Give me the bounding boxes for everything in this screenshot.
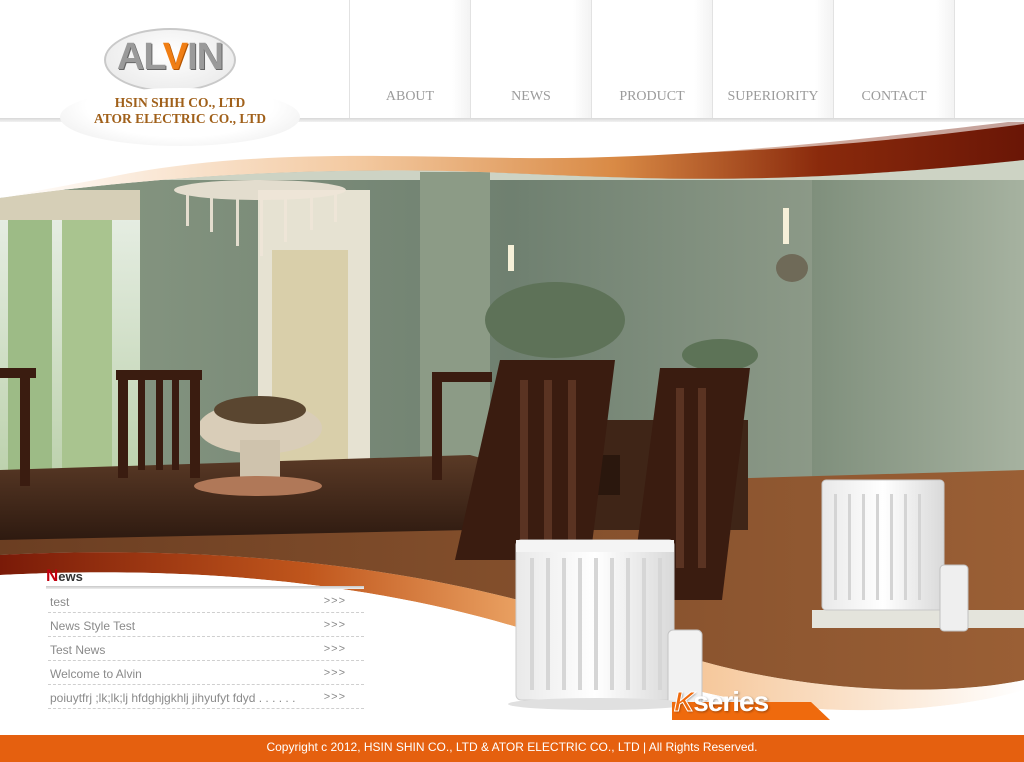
news-item-title: poiuytfrj ;lk;lk;lj hfdghjgkhlj jihyufyt… [50, 691, 296, 705]
news-item[interactable]: test >>> [48, 589, 364, 613]
nav-item-news[interactable]: NEWS [471, 0, 592, 120]
nav-item-superiority[interactable]: SUPERIORITY [713, 0, 834, 120]
news-item-more[interactable]: >>> [324, 643, 346, 655]
k-series-letter: K [673, 686, 694, 718]
news-heading-initial: N [46, 566, 59, 585]
header-spacer [955, 0, 1024, 120]
logo-text-v: V [162, 36, 188, 78]
main-nav: ABOUT NEWS PRODUCT SUPERIORITY CONTACT [350, 0, 955, 120]
logo-text-post: IN [187, 36, 224, 78]
news-panel: News test >>> News Style Test >>> Test New… [46, 566, 366, 709]
nav-item-about[interactable]: ABOUT [350, 0, 471, 120]
site-footer: Copyright c 2012, HSIN SHIN CO., LTD & A… [0, 735, 1024, 762]
nav-label: CONTACT [861, 89, 927, 104]
company-name-2: ATOR ELECTRIC CO., LTD [94, 111, 266, 126]
nav-label: SUPERIORITY [727, 89, 819, 104]
news-item-title: Welcome to Alvin [50, 667, 142, 681]
k-series-text: Kseries [673, 686, 769, 718]
news-item-title: test [50, 595, 70, 609]
k-series-word: series [693, 686, 769, 717]
nav-label: NEWS [511, 89, 551, 104]
news-item[interactable]: poiuytfrj ;lk;lk;lj hfdghjgkhlj jihyufyt… [48, 685, 364, 709]
nav-label: PRODUCT [619, 89, 685, 104]
logo-text-pre: AL [116, 36, 164, 78]
news-item-more[interactable]: >>> [324, 619, 346, 631]
news-item[interactable]: Test News >>> [48, 637, 364, 661]
news-heading: News [46, 566, 366, 585]
news-item-more[interactable]: >>> [324, 691, 346, 703]
news-item-title: News Style Test [50, 619, 136, 633]
nav-label: ABOUT [385, 89, 435, 104]
news-heading-rest: ews [58, 569, 83, 584]
company-name-1: HSIN SHIH CO., LTD [114, 95, 246, 110]
nav-item-contact[interactable]: CONTACT [834, 0, 955, 120]
news-item-more[interactable]: >>> [324, 595, 346, 607]
alvin-logo[interactable]: ALVIN [104, 36, 236, 79]
news-item-title: Test News [50, 643, 106, 657]
copyright-text: Copyright c 2012, HSIN SHIN CO., LTD & A… [266, 740, 758, 754]
news-item-more[interactable]: >>> [324, 667, 346, 679]
news-item[interactable]: Welcome to Alvin >>> [48, 661, 364, 685]
nav-item-product[interactable]: PRODUCT [592, 0, 713, 120]
news-item[interactable]: News Style Test >>> [48, 613, 364, 637]
radiator-image [508, 539, 703, 710]
